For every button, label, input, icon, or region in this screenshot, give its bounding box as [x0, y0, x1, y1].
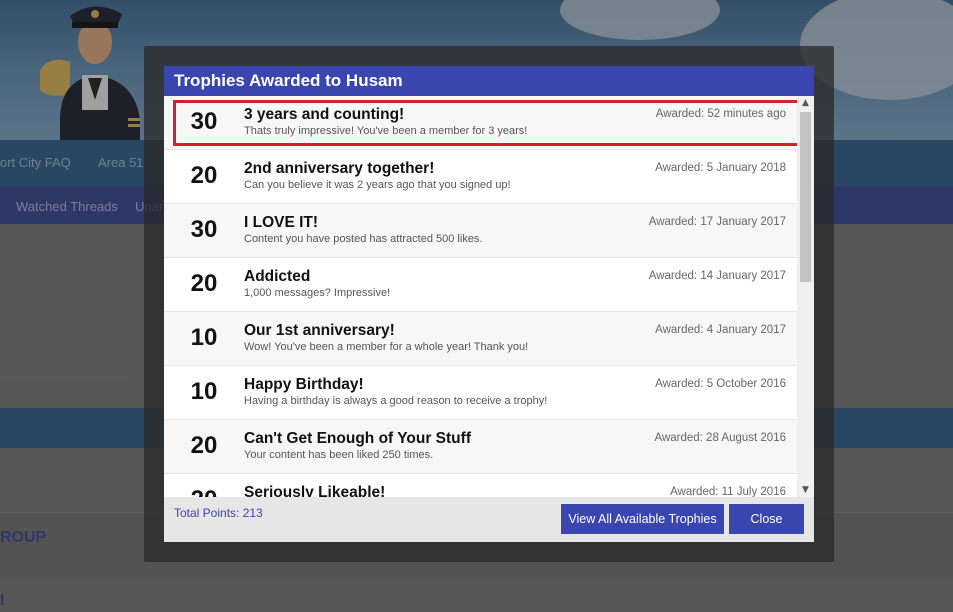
- trophy-description: Your content has been liked 250 times.: [244, 449, 434, 461]
- modal-title: Trophies Awarded to Husam: [164, 66, 814, 96]
- trophy-awarded-date: Awarded: 52 minutes ago: [655, 108, 786, 120]
- trophy-points: 20: [190, 270, 218, 297]
- trophy-points: 20: [190, 162, 218, 189]
- trophy-row: 20 Can't Get Enough of Your Stuff Your c…: [164, 420, 797, 474]
- trophy-points: 10: [190, 378, 218, 405]
- trophies-modal: Trophies Awarded to Husam 30 3 years and…: [164, 66, 814, 542]
- scroll-down-arrow-icon[interactable]: ▼: [797, 483, 814, 497]
- list-scrollbar[interactable]: ▲ ▼: [797, 96, 814, 497]
- trophy-awarded-date: Awarded: 4 January 2017: [655, 324, 786, 336]
- trophy-list: 30 3 years and counting! Thats truly imp…: [164, 96, 797, 497]
- trophy-list-viewport: 30 3 years and counting! Thats truly imp…: [164, 96, 814, 497]
- trophy-awarded-date: Awarded: 11 July 2016: [670, 486, 786, 497]
- trophy-awarded-date: Awarded: 14 January 2017: [648, 270, 786, 282]
- trophy-row: 20 Seriously Likeable! Awarded: 11 July …: [164, 474, 797, 497]
- trophy-row: 20 2nd anniversary together! Can you bel…: [164, 150, 797, 204]
- trophy-row: 20 Addicted 1,000 messages? Impressive! …: [164, 258, 797, 312]
- trophy-description: Content you have posted has attracted 50…: [244, 233, 483, 245]
- trophy-row: 10 Happy Birthday! Having a birthday is …: [164, 366, 797, 420]
- trophy-awarded-date: Awarded: 17 January 2017: [648, 216, 786, 228]
- view-all-trophies-button[interactable]: View All Available Trophies: [561, 504, 724, 534]
- trophy-row: 10 Our 1st anniversary! Wow! You've been…: [164, 312, 797, 366]
- trophy-awarded-date: Awarded: 5 October 2016: [655, 378, 786, 390]
- trophy-description: Thats truly impressive! You've been a me…: [244, 125, 528, 137]
- trophy-description: Wow! You've been a member for a whole ye…: [244, 341, 529, 353]
- close-button[interactable]: Close: [729, 504, 804, 534]
- trophy-description: Having a birthday is always a good reaso…: [244, 395, 548, 407]
- trophy-awarded-date: Awarded: 5 January 2018: [655, 162, 786, 174]
- trophy-points: 30: [190, 108, 218, 135]
- trophy-description: Can you believe it was 2 years ago that …: [244, 179, 511, 191]
- total-points: Total Points: 213: [174, 506, 263, 520]
- trophy-points: 10: [190, 324, 218, 351]
- trophy-awarded-date: Awarded: 28 August 2016: [654, 432, 786, 444]
- trophy-row: 30 3 years and counting! Thats truly imp…: [164, 96, 797, 150]
- scroll-up-arrow-icon[interactable]: ▲: [797, 96, 814, 110]
- trophy-points: 20: [190, 432, 218, 459]
- trophy-row: 30 I LOVE IT! Content you have posted ha…: [164, 204, 797, 258]
- trophy-description: 1,000 messages? Impressive!: [244, 287, 391, 299]
- scrollbar-thumb[interactable]: [800, 112, 811, 282]
- trophy-points: 20: [164, 474, 244, 497]
- trophy-points: 30: [190, 216, 218, 243]
- modal-footer: Total Points: 213 View All Available Tro…: [164, 497, 814, 542]
